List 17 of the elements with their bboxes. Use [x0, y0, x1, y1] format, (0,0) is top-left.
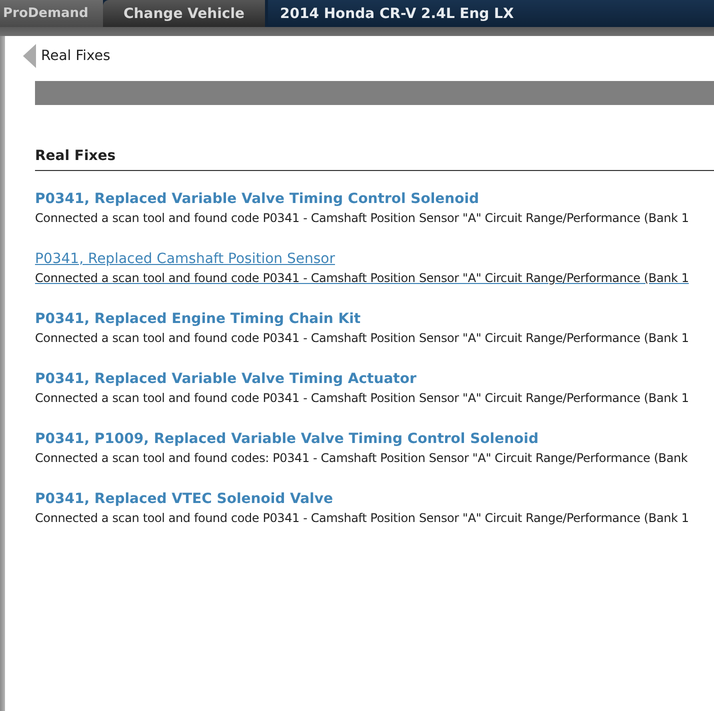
fix-summary: Connected a scan tool and found code P0341 - Camshaft Position Sensor "A" Circuit Range/Performance (Bank 1: [35, 210, 689, 227]
fix-title-link[interactable]: P0341, Replaced Variable Valve Timing Actuator: [35, 369, 416, 389]
fix-title-link[interactable]: P0341, Replaced Variable Valve Timing Control Solenoid: [35, 189, 480, 209]
section-heading: Real Fixes: [35, 148, 714, 171]
fix-title-link[interactable]: P0341, Replaced Camshaft Position Sensor: [35, 249, 335, 269]
fix-title-link[interactable]: P0341, Replaced Engine Timing Chain Kit: [35, 309, 361, 329]
fix-summary: Connected a scan tool and found code P0341 - Camshaft Position Sensor "A" Circuit Range/Performance (Bank 1: [35, 270, 689, 287]
fix-title-link[interactable]: P0341, Replaced VTEC Solenoid Valve: [35, 489, 333, 509]
app-logo: ProDemand: [0, 0, 103, 27]
breadcrumb-title: Real Fixes: [41, 48, 110, 64]
change-vehicle-button[interactable]: Change Vehicle: [103, 0, 265, 27]
fix-summary: Connected a scan tool and found code P0341 - Camshaft Position Sensor "A" Circuit Range/Performance (Bank 1: [35, 330, 689, 347]
back-arrow-icon[interactable]: [23, 44, 36, 68]
fix-summary: Connected a scan tool and found codes: P0341 - Camshaft Position Sensor "A" Circuit Range/Performance (Bank: [35, 450, 688, 467]
fix-title-link[interactable]: P0341, P1009, Replaced Variable Valve Timing Control Solenoid: [35, 429, 538, 449]
fix-summary: Connected a scan tool and found code P0341 - Camshaft Position Sensor "A" Circuit Range/Performance (Bank 1: [35, 390, 689, 407]
fix-summary: Connected a scan tool and found code P0341 - Camshaft Position Sensor "A" Circuit Range/Performance (Bank 1: [35, 510, 689, 527]
